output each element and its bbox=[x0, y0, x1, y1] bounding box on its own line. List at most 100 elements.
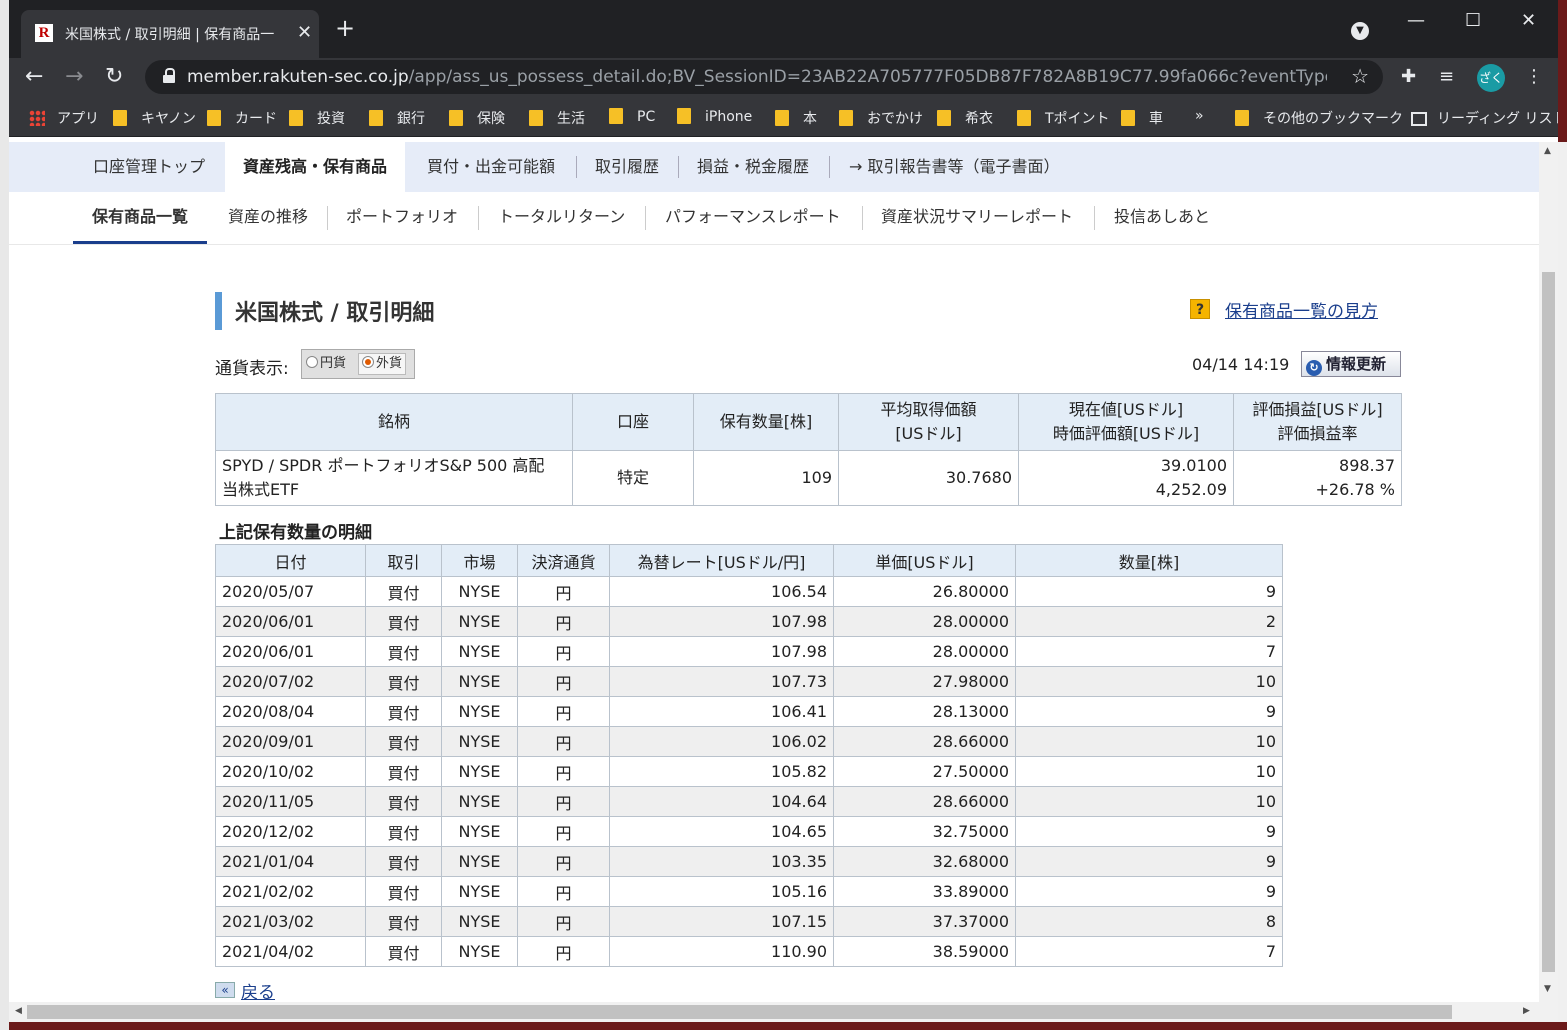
maximize-icon[interactable]: ☐ bbox=[1465, 10, 1481, 31]
active-tab[interactable]: R 米国株式 / 取引明細 | 保有商品一 ✕ bbox=[21, 10, 319, 58]
help-question-icon[interactable]: ? bbox=[1190, 299, 1210, 319]
currency-option-fx[interactable]: 外貨 bbox=[358, 353, 407, 375]
table-row: 2021/02/02 買付 NYSE 円 105.16 33.89000 9 bbox=[215, 876, 1283, 907]
bookmark-folder[interactable]: 希衣 bbox=[937, 108, 993, 128]
trade-type: 買付 bbox=[365, 846, 442, 877]
subnav-total-return[interactable]: トータルリターン bbox=[498, 192, 625, 242]
bookmark-folder[interactable]: iPhone bbox=[677, 108, 752, 125]
address-bar[interactable]: member.rakuten-sec.co.jp/app/ass_us_poss… bbox=[145, 60, 1383, 94]
profile-avatar[interactable]: ざく bbox=[1477, 64, 1505, 92]
subnav-holdings-list[interactable]: 保有商品一覧 bbox=[73, 192, 208, 244]
share-quantity: 10 bbox=[1015, 666, 1283, 697]
nav-pl-tax-history[interactable]: 損益・税金履歴 bbox=[697, 142, 809, 192]
folder-icon bbox=[113, 110, 127, 126]
nav-trade-reports[interactable]: → 取引報告書等（電子書面） bbox=[849, 142, 1060, 192]
table-row: 2021/03/02 買付 NYSE 円 107.15 37.37000 8 bbox=[215, 906, 1283, 937]
trade-type: 買付 bbox=[365, 906, 442, 937]
folder-icon bbox=[775, 110, 789, 126]
market: NYSE bbox=[441, 876, 518, 907]
bookmark-folder[interactable]: 本 bbox=[775, 108, 817, 128]
nav-assets-holdings[interactable]: 資産残高・保有商品 bbox=[225, 142, 406, 192]
col-header-quantity: 保有数量[株] bbox=[693, 393, 839, 451]
bookmark-folder[interactable]: 保険 bbox=[449, 108, 505, 128]
subnav-asset-summary-report[interactable]: 資産状況サマリーレポート bbox=[881, 192, 1073, 242]
market: NYSE bbox=[441, 606, 518, 637]
subnav-portfolio[interactable]: ポートフォリオ bbox=[346, 192, 458, 242]
vertical-scrollbar[interactable]: ▲ ▼ bbox=[1539, 142, 1558, 1002]
lock-icon[interactable] bbox=[163, 68, 175, 83]
back-chevron-icon[interactable]: « bbox=[215, 982, 235, 998]
page-title: 米国株式 / 取引明細 bbox=[235, 301, 435, 326]
trade-date: 2020/12/02 bbox=[215, 816, 366, 847]
trade-date: 2021/02/02 bbox=[215, 876, 366, 907]
market: NYSE bbox=[441, 726, 518, 757]
horizontal-scroll-thumb[interactable] bbox=[27, 1005, 1452, 1019]
refresh-button[interactable]: ↻ 情報更新 bbox=[1301, 351, 1401, 377]
bookmark-folder[interactable]: カード bbox=[207, 108, 277, 128]
market: NYSE bbox=[441, 666, 518, 697]
horizontal-scrollbar[interactable]: ◀ ▶ bbox=[9, 1002, 1558, 1022]
back-link[interactable]: 戻る bbox=[241, 978, 275, 1003]
minimize-icon[interactable]: — bbox=[1407, 10, 1425, 31]
bookmark-folder[interactable]: Tポイント bbox=[1017, 108, 1110, 128]
bookmark-folder[interactable]: 車 bbox=[1121, 108, 1163, 128]
reading-mode-icon[interactable]: ≡ bbox=[1439, 66, 1454, 87]
scroll-left-icon[interactable]: ◀ bbox=[15, 1006, 22, 1016]
nav-separator bbox=[1094, 206, 1095, 230]
extensions-icon[interactable]: ✚ bbox=[1401, 66, 1416, 87]
table-row: 2020/12/02 買付 NYSE 円 104.65 32.75000 9 bbox=[215, 816, 1283, 847]
new-tab-icon[interactable]: + bbox=[335, 16, 355, 40]
nav-account-top[interactable]: 口座管理トップ bbox=[93, 142, 205, 192]
tab-search-icon[interactable]: ▼ bbox=[1351, 22, 1369, 40]
subnav-asset-trend[interactable]: 資産の推移 bbox=[228, 192, 308, 242]
help-link[interactable]: 保有商品一覧の見方 bbox=[1225, 297, 1378, 322]
trade-type: 買付 bbox=[365, 816, 442, 847]
folder-icon bbox=[1017, 110, 1031, 126]
url-host: member.rakuten-sec.co.jp bbox=[187, 67, 409, 87]
fx-rate: 106.41 bbox=[609, 696, 834, 727]
table-row: 2021/04/02 買付 NYSE 円 110.90 38.59000 7 bbox=[215, 936, 1283, 967]
bookmark-folder[interactable]: PC bbox=[609, 108, 655, 125]
other-bookmarks[interactable]: その他のブックマーク bbox=[1235, 108, 1403, 128]
bookmark-apps[interactable]: アプリ bbox=[29, 108, 99, 128]
security-name: SPYD / SPDR ポートフォリオS&P 500 高配 当株式ETF bbox=[215, 450, 573, 506]
col-header-price-value: 現在値[USドル] 時価評価額[USドル] bbox=[1018, 393, 1234, 451]
scroll-down-icon[interactable]: ▼ bbox=[1544, 984, 1551, 994]
scroll-up-icon[interactable]: ▲ bbox=[1544, 146, 1551, 156]
forward-arrow-icon[interactable]: → bbox=[65, 64, 83, 90]
settlement-currency: 円 bbox=[517, 876, 610, 907]
tab-close-icon[interactable]: ✕ bbox=[297, 22, 312, 43]
subnav-fund-footprints[interactable]: 投信あしあと bbox=[1114, 192, 1210, 242]
share-quantity: 2 bbox=[1015, 606, 1283, 637]
folder-icon bbox=[1235, 110, 1249, 126]
back-arrow-icon[interactable]: ← bbox=[25, 64, 43, 90]
scroll-right-icon[interactable]: ▶ bbox=[1523, 1006, 1530, 1016]
market: NYSE bbox=[441, 846, 518, 877]
bookmark-folder[interactable]: おでかけ bbox=[839, 108, 923, 128]
trade-type: 買付 bbox=[365, 876, 442, 907]
nav-separator bbox=[829, 156, 830, 178]
bookmark-folder[interactable]: キヤノン bbox=[113, 108, 196, 128]
bookmark-folder[interactable]: 銀行 bbox=[369, 108, 425, 128]
share-quantity: 9 bbox=[1015, 576, 1283, 607]
nav-trade-history[interactable]: 取引履歴 bbox=[595, 142, 659, 192]
vertical-scroll-thumb[interactable] bbox=[1542, 272, 1555, 972]
folder-icon bbox=[449, 110, 463, 126]
url-text[interactable]: member.rakuten-sec.co.jp/app/ass_us_poss… bbox=[187, 67, 1327, 87]
share-quantity: 7 bbox=[1015, 936, 1283, 967]
subnav-performance-report[interactable]: パフォーマンスレポート bbox=[665, 192, 841, 242]
bookmark-folder[interactable]: 投資 bbox=[289, 108, 345, 128]
fx-rate: 106.54 bbox=[609, 576, 834, 607]
more-bookmarks-chevron[interactable]: » bbox=[1195, 108, 1204, 124]
reload-icon[interactable]: ↻ bbox=[105, 64, 123, 90]
menu-kebab-icon[interactable]: ⋮ bbox=[1525, 66, 1543, 87]
reading-list[interactable]: リーディング リスト bbox=[1411, 108, 1558, 128]
bookmark-folder[interactable]: 生活 bbox=[529, 108, 585, 128]
col-header-market: 市場 bbox=[441, 544, 518, 577]
nav-buying-power[interactable]: 買付・出金可能額 bbox=[427, 142, 555, 192]
currency-option-jpy[interactable]: 円貨 bbox=[306, 354, 346, 374]
close-window-icon[interactable]: ✕ bbox=[1521, 10, 1536, 31]
market: NYSE bbox=[441, 906, 518, 937]
bookmark-star-icon[interactable]: ☆ bbox=[1351, 64, 1369, 88]
col-header-avg-price: 平均取得価額 [USドル] bbox=[838, 393, 1019, 451]
